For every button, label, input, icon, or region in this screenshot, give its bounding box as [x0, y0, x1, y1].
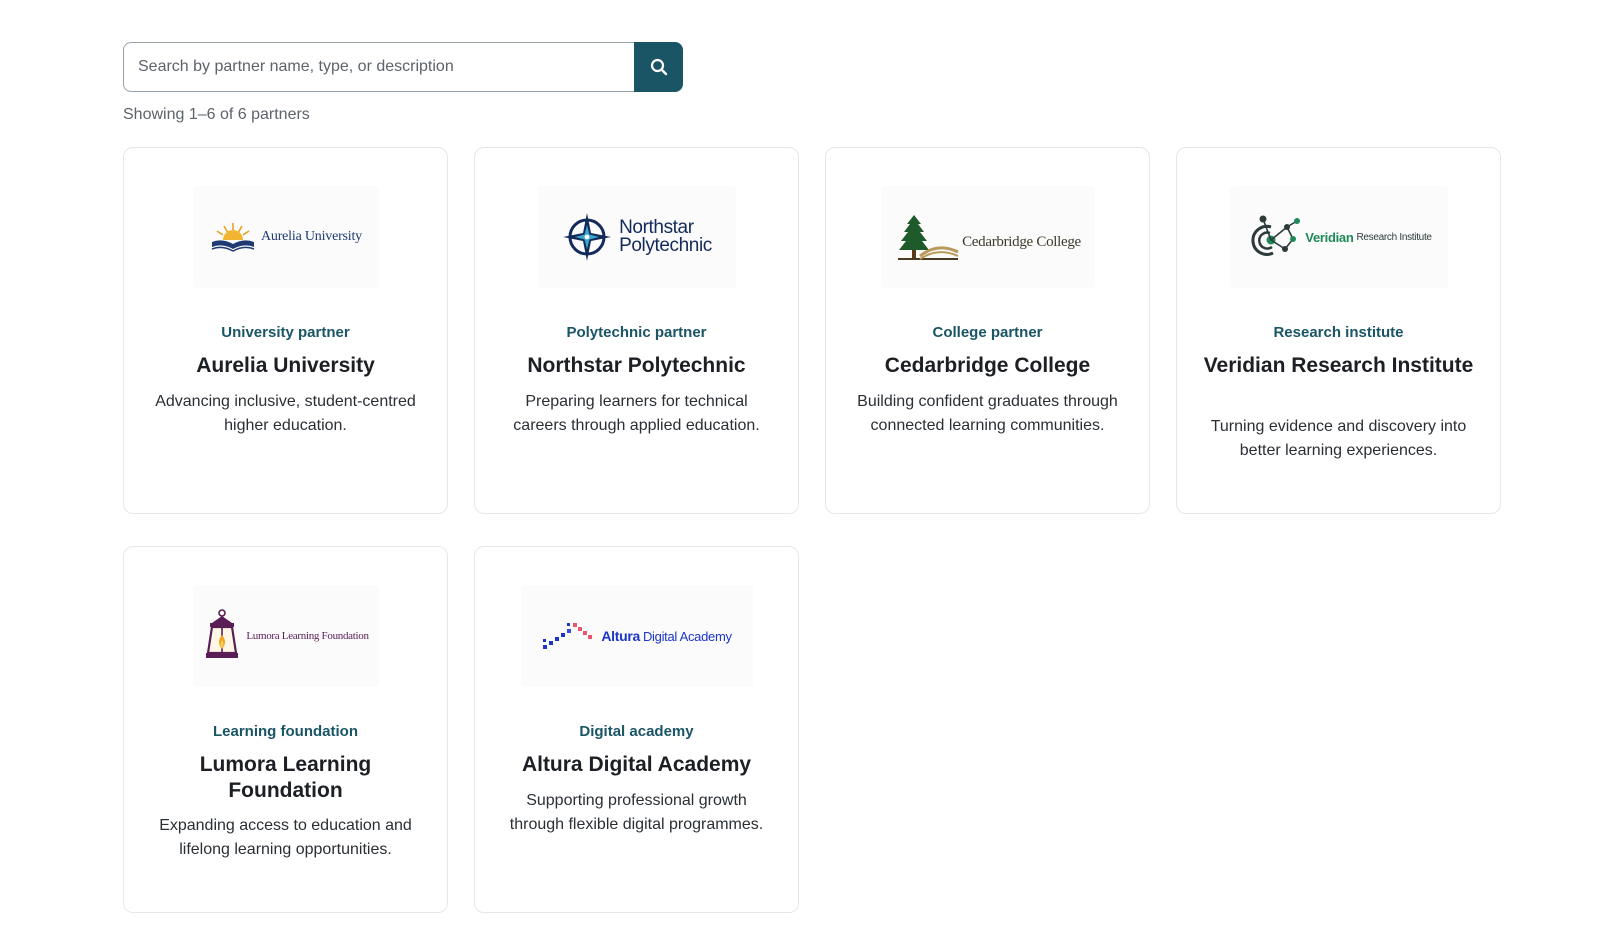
partner-logo: Cedarbridge College: [880, 186, 1095, 288]
compass-star-icon: [563, 213, 612, 261]
partner-logo-text: Cedarbridge College: [962, 233, 1081, 250]
search-button[interactable]: [634, 42, 683, 92]
partner-name: Altura Digital Academy: [521, 753, 752, 776]
partner-card-altura-digital-academy[interactable]: Altura Digital Academy Digital academy A…: [474, 546, 799, 913]
partner-logo-text: Polytechnic: [619, 235, 712, 256]
partner-description: Preparing learners for technical careers…: [513, 393, 760, 434]
partner-name: Cedarbridge College: [884, 354, 1091, 377]
partner-type: Research institute: [1273, 324, 1404, 341]
partner-card-cedarbridge-college[interactable]: Cedarbridge College College partner Ceda…: [825, 147, 1150, 514]
lantern-icon: [206, 609, 239, 658]
partner-logo: Veridian Research Institute: [1229, 186, 1448, 288]
partner-type: Polytechnic partner: [566, 324, 707, 341]
partner-name: Northstar Polytechnic: [527, 354, 746, 377]
partner-description: Expanding access to education and lifelo…: [159, 817, 412, 858]
partner-type: Learning foundation: [213, 723, 358, 740]
pixel-steps-icon: [543, 623, 593, 649]
partner-name: Lumora Learning Foundation: [199, 753, 372, 802]
cedar-tree-bridge-icon: [898, 215, 959, 260]
partner-type: College partner: [932, 324, 1043, 341]
partner-logo-text: Lumora Learning Foundation: [246, 630, 369, 642]
partner-description: Turning evidence and discovery into bett…: [1210, 418, 1467, 459]
partner-type: Digital academy: [579, 723, 694, 740]
partner-logo-wordmark: Northstar Polytechnic: [619, 218, 712, 256]
partner-description: Supporting professional growth through f…: [509, 792, 764, 833]
partner-name: Veridian Research Institute: [1203, 354, 1474, 377]
partner-description: Building confident graduates through con…: [857, 393, 1118, 434]
partner-description: Advancing inclusive, student-centred hig…: [155, 393, 416, 434]
partner-type: University partner: [221, 324, 350, 341]
partner-logo-text: Digital Academy: [642, 628, 732, 644]
partner-card-veridian-research-institute[interactable]: Veridian Research Institute Research ins…: [1176, 147, 1501, 514]
open-book-sunrise-icon: [211, 223, 255, 252]
partner-name: Aurelia University: [196, 354, 375, 377]
partner-logo: Northstar Polytechnic: [537, 186, 736, 288]
partner-logo: Lumora Learning Foundation: [192, 585, 379, 687]
search-input[interactable]: [123, 42, 634, 92]
partner-card-northstar-polytechnic[interactable]: Northstar Polytechnic Polytechnic partne…: [474, 147, 799, 514]
partner-card-aurelia-university[interactable]: Aurelia University University partner Au…: [123, 147, 448, 514]
search-bar: [123, 42, 683, 92]
partner-logo-text: Veridian: [1305, 229, 1354, 245]
partner-card-lumora-learning-foundation[interactable]: Lumora Learning Foundation Learning foun…: [123, 546, 448, 913]
results-summary: Showing 1–6 of 6 partners: [123, 106, 310, 123]
partner-logo-text: Research Institute: [1356, 231, 1432, 243]
partner-logo-text: Aurelia University: [261, 229, 362, 244]
partner-logo-text: Altura: [601, 628, 640, 644]
molecule-network-icon: [1251, 215, 1301, 256]
partner-logo: Altura Digital Academy: [520, 585, 753, 687]
partners-page: Showing 1–6 of 6 partners Aurelia Univer…: [0, 0, 1600, 952]
partner-logo: Aurelia University: [192, 186, 379, 288]
search-icon: [650, 58, 667, 76]
